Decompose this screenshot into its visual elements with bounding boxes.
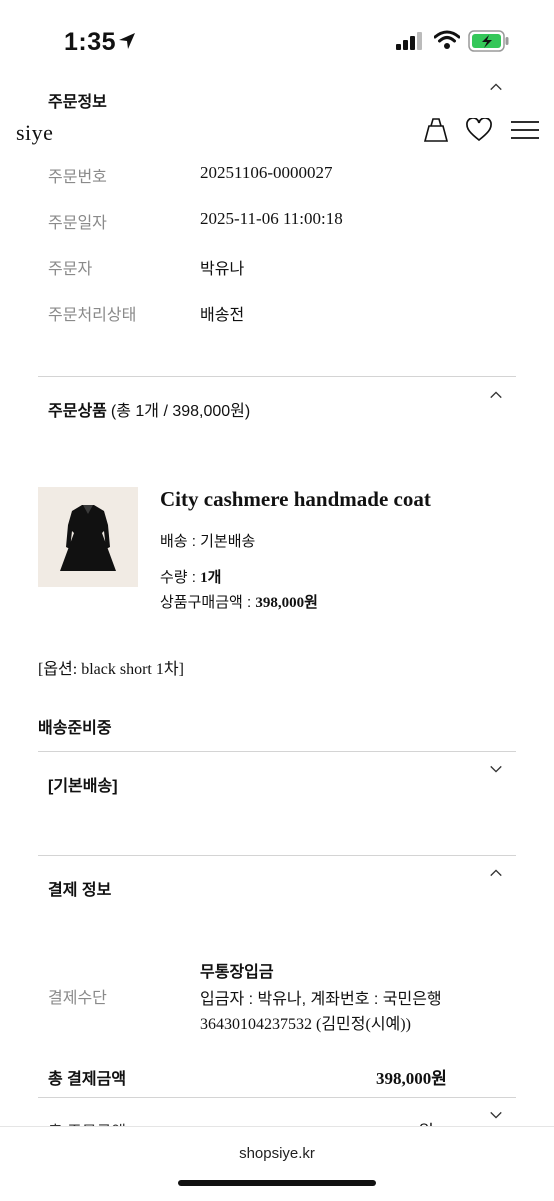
- wifi-icon: [434, 30, 460, 49]
- orderer-value: 박유나: [200, 261, 245, 278]
- chevron-up-icon[interactable]: [489, 866, 503, 880]
- battery-charging-icon: [468, 30, 509, 52]
- order-date-value: 2025-11-06 11:00:18: [200, 209, 343, 228]
- order-date-label: 주문일자: [48, 215, 107, 232]
- menu-icon[interactable]: [510, 120, 540, 140]
- quantity-value: 1개: [200, 570, 222, 586]
- order-items-summary: (총 1개 / 398,000원): [110, 403, 251, 420]
- product-quantity: 수량 : 1개: [160, 566, 221, 587]
- payment-method-label: 결제수단: [48, 990, 107, 1007]
- divider: [38, 855, 516, 856]
- chevron-up-icon[interactable]: [489, 80, 503, 94]
- quantity-label: 수량 :: [160, 569, 201, 586]
- shipping-status: 배송준비중: [38, 720, 112, 737]
- coat-image: [60, 505, 116, 571]
- heart-icon[interactable]: [466, 118, 492, 142]
- product-name[interactable]: City cashmere handmade coat: [160, 487, 431, 512]
- divider: [38, 751, 516, 752]
- payment-account: 36430104237532 (김민정(시예)): [200, 1016, 411, 1033]
- total-payment-value: 398,000원: [376, 1069, 447, 1088]
- order-status-label: 주문처리상태: [48, 307, 137, 324]
- location-arrow-icon: [119, 33, 135, 49]
- order-number-label: 주문번호: [48, 169, 107, 186]
- browser-bottom-bar: [0, 1126, 554, 1201]
- shopping-bag-icon[interactable]: [423, 116, 449, 143]
- chevron-down-icon[interactable]: [489, 762, 503, 776]
- payment-info-title: 결제 정보: [48, 882, 112, 899]
- divider: [38, 376, 516, 377]
- shipping-type[interactable]: [기본배송]: [48, 772, 118, 796]
- product-shipping: 배송 : 기본배송: [160, 533, 256, 550]
- product-price: 상품구매금액 : 398,000원: [160, 591, 318, 612]
- chevron-up-icon[interactable]: [489, 388, 503, 402]
- price-label: 상품구매금액 :: [160, 594, 256, 611]
- total-payment-label: 총 결제금액: [48, 1071, 127, 1088]
- site-logo[interactable]: siye: [16, 120, 53, 146]
- url-bar[interactable]: shopsiye.kr: [0, 1145, 554, 1162]
- payment-depositor: 입금자 : 박유나, 계좌번호 : 국민은행: [200, 991, 442, 1008]
- order-items-title-bold: 주문상품: [48, 403, 107, 420]
- order-status-value: 배송전: [200, 307, 245, 324]
- order-number-value: 20251106-0000027: [200, 163, 333, 182]
- price-value: 398,000원: [255, 595, 318, 611]
- status-time: 1:35: [64, 28, 117, 56]
- order-items-title: 주문상품 (총 1개 / 398,000원): [48, 397, 250, 421]
- signal-icon: [396, 32, 422, 50]
- divider: [38, 1097, 516, 1098]
- product-option: [옵션: black short 1차]: [38, 661, 184, 678]
- product-thumbnail[interactable]: [38, 487, 138, 587]
- order-info-title: 주문정보: [48, 94, 107, 111]
- orderer-label: 주문자: [48, 261, 93, 278]
- payment-method-name: 무통장입금: [200, 964, 274, 981]
- home-indicator[interactable]: [178, 1180, 376, 1186]
- chevron-down-icon[interactable]: [489, 1108, 503, 1122]
